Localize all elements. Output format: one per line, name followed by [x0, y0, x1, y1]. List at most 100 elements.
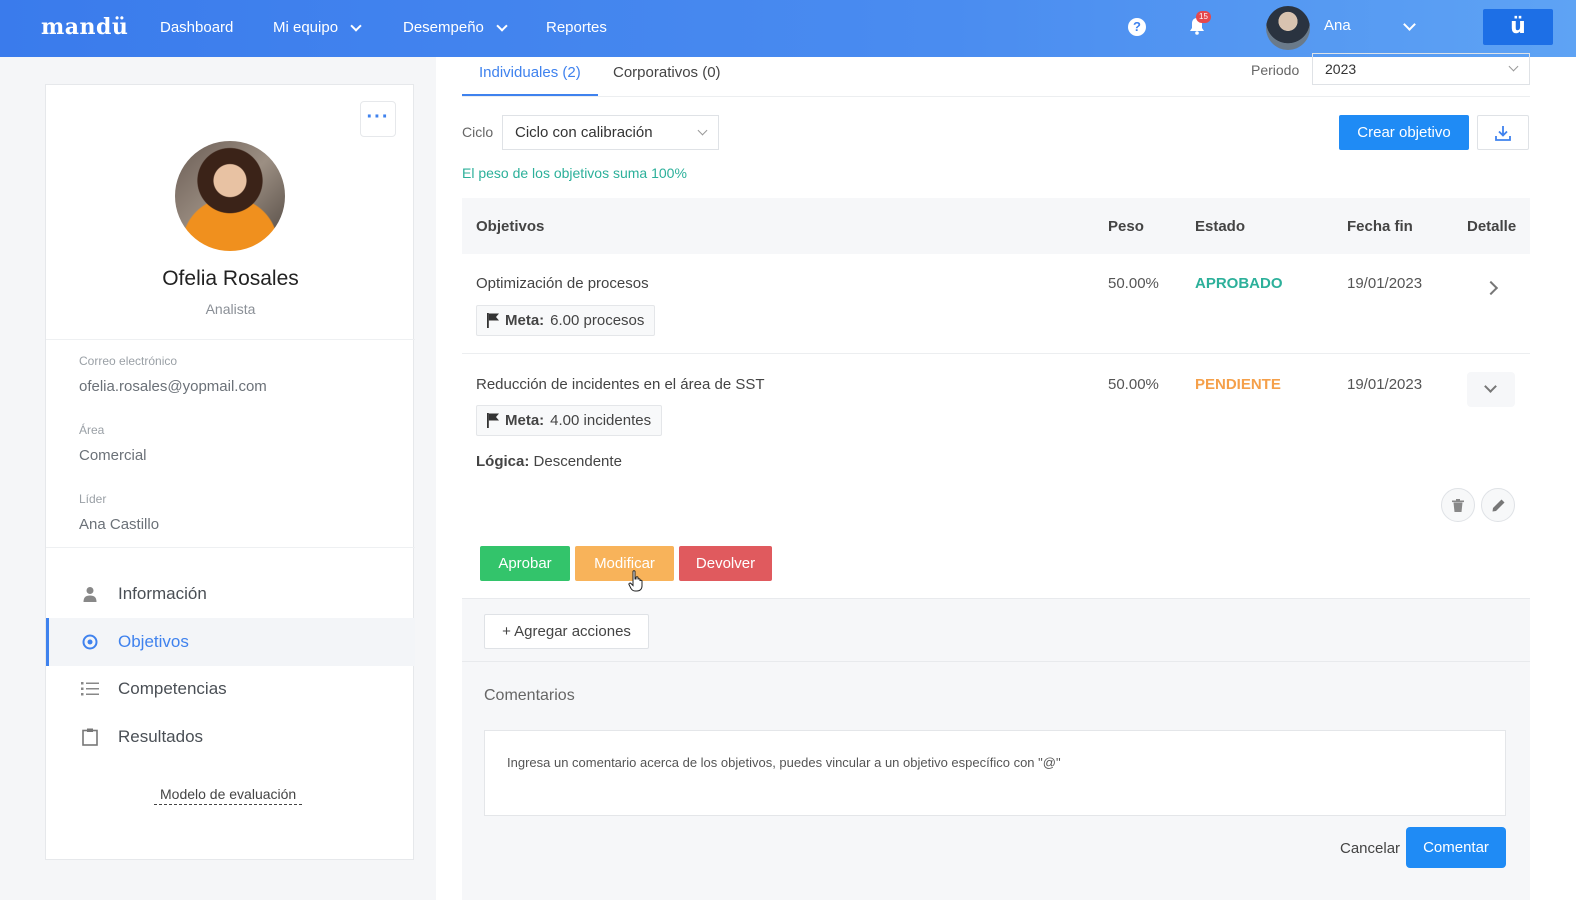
area-label: Área — [79, 423, 105, 437]
flag-icon — [487, 313, 499, 328]
ciclo-value: Ciclo con calibración — [515, 124, 653, 141]
ciclo-label: Ciclo — [462, 124, 494, 140]
menu-item-competencias[interactable]: Competencias — [46, 665, 415, 713]
objective-status: APROBADO — [1195, 275, 1283, 292]
periodo-value: 2023 — [1325, 61, 1357, 77]
objective-date: 19/01/2023 — [1347, 376, 1423, 393]
tab-corporativos[interactable]: Corporativos (0) — [613, 64, 721, 94]
menu-item-label: Información — [118, 584, 207, 603]
meta-label: Meta: — [505, 312, 545, 329]
chevron-down-icon — [1508, 61, 1519, 72]
target-icon — [80, 634, 100, 650]
edit-button[interactable] — [1481, 488, 1515, 522]
objective-title: Optimización de procesos — [476, 275, 649, 292]
leader-label: Líder — [79, 492, 107, 506]
chevron-right-icon[interactable] — [1483, 280, 1499, 296]
row-divider — [462, 353, 1530, 354]
menu-item-label: Resultados — [118, 727, 204, 746]
meta-chip: Meta: 4.00 incidentes — [476, 405, 663, 436]
app-logo[interactable]: mandü — [41, 14, 128, 40]
logic-text: Lógica: Descendente — [476, 453, 622, 470]
profile-role: Analista — [205, 301, 256, 317]
email-value: ofelia.rosales@yopmail.com — [79, 378, 267, 395]
objective-weight: 50.00% — [1108, 376, 1159, 393]
area-value: Comercial — [79, 447, 147, 464]
divider — [462, 661, 1530, 662]
trash-icon — [1452, 498, 1464, 512]
brand-button[interactable]: ü — [1483, 9, 1553, 45]
return-button[interactable]: Devolver — [679, 546, 772, 581]
evaluation-model-link[interactable]: Modelo de evaluación — [154, 786, 303, 805]
meta-value: 4.00 incidentes — [550, 412, 652, 429]
lower-section: + Agregar acciones Comentarios Ingresa u… — [462, 598, 1530, 900]
profile-card: ··· Ofelia Rosales Analista Correo elect… — [45, 84, 415, 860]
list-icon — [80, 682, 100, 696]
comments-title: Comentarios — [484, 687, 575, 704]
table-header: Objetivos Peso Estado Fecha fin Detalle — [462, 198, 1530, 254]
objective-weight: 50.00% — [1108, 275, 1159, 292]
objective-title: Reducción de incidentes en el área de SS… — [476, 376, 765, 393]
nav-mi-equipo[interactable]: Mi equipo — [273, 19, 362, 36]
delete-button[interactable] — [1441, 488, 1475, 522]
add-actions-button[interactable]: + Agregar acciones — [484, 614, 649, 649]
download-button[interactable] — [1477, 115, 1529, 150]
nav-reportes[interactable]: Reportes — [546, 19, 607, 36]
header-detalle: Detalle — [1467, 218, 1517, 235]
chevron-down-icon[interactable] — [1403, 18, 1416, 31]
meta-chip: Meta: 6.00 procesos — [476, 305, 656, 336]
cancel-button[interactable]: Cancelar — [1340, 840, 1400, 857]
divider — [46, 547, 415, 548]
tab-individuales[interactable]: Individuales (2) — [462, 64, 598, 97]
ciclo-select[interactable]: Ciclo con calibración — [502, 115, 719, 150]
user-avatar[interactable] — [1266, 6, 1310, 50]
modify-button[interactable]: Modificar — [575, 546, 674, 581]
nav-reportes-label: Reportes — [546, 19, 607, 36]
nav-dashboard[interactable]: Dashboard — [160, 19, 233, 36]
profile-name: Ofelia Rosales — [162, 267, 299, 290]
create-objective-button[interactable]: Crear objetivo — [1339, 115, 1469, 150]
menu-item-label: Competencias — [118, 679, 227, 698]
submit-comment-button[interactable]: Comentar — [1406, 827, 1506, 868]
pencil-icon — [1492, 499, 1504, 511]
approve-button[interactable]: Aprobar — [480, 546, 570, 581]
person-icon — [80, 586, 100, 602]
tabs-underline — [462, 96, 1530, 97]
meta-label: Meta: — [505, 412, 545, 429]
periodo-select[interactable]: 2023 — [1312, 53, 1530, 85]
top-navbar: mandü Dashboard Mi equipo Desempeño Repo… — [0, 0, 1576, 57]
user-name[interactable]: Ana — [1324, 17, 1351, 34]
logic-label: Lógica: — [476, 453, 530, 470]
chevron-down-icon — [1484, 380, 1497, 393]
header-objetivos: Objetivos — [476, 218, 545, 235]
email-label: Correo electrónico — [79, 354, 178, 368]
profile-avatar — [175, 141, 285, 251]
periodo-label: Periodo — [1251, 62, 1300, 78]
header-estado: Estado — [1195, 218, 1246, 235]
divider — [46, 339, 415, 340]
menu-item-resultados[interactable]: Resultados — [46, 713, 415, 761]
nav-dashboard-label: Dashboard — [160, 19, 234, 36]
help-icon[interactable]: ? — [1128, 18, 1146, 36]
hand-cursor-icon — [628, 570, 643, 592]
download-icon — [1495, 125, 1511, 141]
meta-value: 6.00 procesos — [550, 312, 645, 329]
weight-note: El peso de los objetivos suma 100% — [462, 165, 687, 181]
logic-value: Descendente — [533, 453, 622, 470]
objective-status: PENDIENTE — [1195, 376, 1281, 393]
more-options-button[interactable]: ··· — [360, 101, 396, 137]
comment-input[interactable]: Ingresa un comentario acerca de los obje… — [484, 730, 1506, 816]
menu-item-label: Objetivos — [118, 632, 189, 651]
menu-item-informacion[interactable]: Información — [46, 570, 415, 618]
chevron-down-icon — [496, 19, 508, 32]
flag-icon — [487, 413, 499, 428]
clipboard-icon — [80, 728, 100, 746]
leader-value: Ana Castillo — [79, 516, 160, 533]
objective-date: 19/01/2023 — [1347, 275, 1423, 292]
collapse-button[interactable] — [1467, 372, 1515, 407]
chevron-down-icon — [350, 19, 362, 32]
nav-mi-equipo-label: Mi equipo — [273, 19, 339, 36]
menu-item-objetivos[interactable]: Objetivos — [46, 618, 415, 666]
header-peso: Peso — [1108, 218, 1144, 235]
chevron-down-icon — [697, 125, 708, 136]
nav-desempeno[interactable]: Desempeño — [403, 19, 508, 36]
